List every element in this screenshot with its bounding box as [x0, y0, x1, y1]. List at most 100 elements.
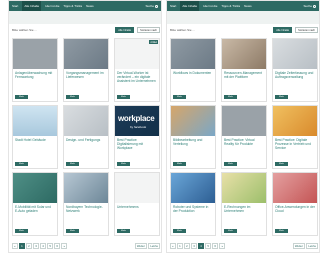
card-title[interactable]: Der Virtual-Worker ist verändert – ein d… — [115, 69, 159, 86]
content-card[interactable]: Digitale Zeiterfassung und Auftragsverwa… — [272, 38, 318, 102]
card-more-button[interactable]: Mehr — [173, 95, 186, 99]
card-more-button[interactable]: Mehr — [15, 229, 28, 233]
search-button[interactable]: Suche — [145, 4, 158, 8]
page-button[interactable]: 5 — [205, 243, 211, 249]
content-card[interactable]: workplace by facebook Best Practice: Digit… — [114, 105, 160, 169]
nav-item[interactable]: Tipps & Tricks — [221, 1, 240, 11]
card-title[interactable]: Roboter und Systeme in der Produktion — [171, 203, 215, 220]
search-button[interactable]: Suche — [303, 4, 316, 8]
card-title[interactable]: E-Mobilität mit Solar und E-Auto geladen — [13, 203, 57, 220]
card-more-button[interactable]: Mehr — [117, 229, 130, 233]
header-band — [9, 11, 161, 24]
card-more-button[interactable]: Mehr — [117, 162, 130, 166]
pager-nav-button[interactable]: Letzte — [148, 243, 160, 249]
card-more-button[interactable]: Mehr — [117, 95, 130, 99]
pager-nav-button[interactable]: Weiter — [292, 243, 305, 249]
content-card[interactable]: Workflows in Dokumenten Mehr — [170, 38, 216, 102]
nav-item[interactable]: Hier ist die — [203, 1, 217, 11]
card-title[interactable]: Best Practice: Virtual Reality für Produ… — [222, 136, 266, 153]
card-title[interactable]: Digitale Zeiterfassung und Auftragsverwa… — [273, 69, 317, 86]
content-card[interactable]: E-Mobilität mit Solar und E-Auto geladen… — [12, 172, 58, 236]
page-button[interactable]: 6 — [54, 243, 60, 249]
card-thumbnail — [171, 106, 215, 136]
pager-nav-button[interactable]: Weiter — [134, 243, 147, 249]
workplace-logo: workplace — [118, 114, 155, 123]
listing-panel-right: Start Alle Inhalte Hier ist die Tipps & Tri… — [166, 0, 320, 253]
page-button[interactable]: 6 — [212, 243, 218, 249]
filter-label: Bitte wählen Sie ... — [12, 28, 37, 32]
page-button[interactable]: 3 — [33, 243, 39, 249]
card-title[interactable]: Anlagenüberwachung mit Fernwartung — [13, 69, 57, 86]
content-card[interactable]: Office-Anwendungen in der Cloud Mehr — [272, 172, 318, 236]
card-more-button[interactable]: Mehr — [173, 162, 186, 166]
page-button[interactable]: « — [170, 243, 176, 249]
card-more-button[interactable]: Mehr — [224, 95, 237, 99]
card-thumbnail — [64, 106, 108, 136]
card-more-button[interactable]: Mehr — [275, 229, 288, 233]
page-button[interactable]: 2 — [184, 243, 190, 249]
page-button[interactable]: » — [61, 243, 67, 249]
content-card[interactable]: Design- und Fertigungs Mehr — [63, 105, 109, 169]
card-thumbnail — [273, 39, 317, 69]
content-card[interactable]: Bildbearbeitung und Verteilung Mehr — [170, 105, 216, 169]
content-card[interactable]: Best Practice: Virtual Reality für Produ… — [221, 105, 267, 169]
card-more-button[interactable]: Mehr — [66, 95, 79, 99]
card-title[interactable]: E-Rechnungen im Unternehmen — [222, 203, 266, 220]
filter-label: Bitte wählen Sie ... — [170, 28, 195, 32]
card-title[interactable]: Bildbearbeitung und Verteilung — [171, 136, 215, 153]
page-button[interactable]: 4 — [40, 243, 46, 249]
card-more-button[interactable]: Mehr — [224, 229, 237, 233]
card-title[interactable]: Design- und Fertigungs — [64, 136, 108, 153]
content-card[interactable]: Unternehmens Mehr — [114, 172, 160, 236]
page-button[interactable]: 1 — [19, 243, 25, 249]
page-button[interactable]: 5 — [47, 243, 53, 249]
page-button[interactable]: 4 — [198, 243, 204, 249]
page-button[interactable]: « — [12, 243, 18, 249]
card-more-button[interactable]: Mehr — [66, 229, 79, 233]
card-title[interactable]: Ressourcen-Management mit der Plattform — [222, 69, 266, 86]
page-button[interactable]: 1 — [177, 243, 183, 249]
card-title[interactable]: Nordbayern Technologie-Netzwerk — [64, 203, 108, 220]
nav-item[interactable]: Alle Inhalte — [180, 1, 200, 11]
card-more-button[interactable]: Mehr — [224, 162, 237, 166]
content-type-select[interactable]: Alle Inhalte — [273, 27, 293, 33]
nav-item[interactable]: Tipps & Tricks — [63, 1, 82, 11]
card-title[interactable]: Best Practice: Digitale Prozesse in Vert… — [273, 136, 317, 153]
nav-item[interactable]: News — [244, 1, 252, 11]
filter-bar: Bitte wählen Sie ... Alle Inhalte Sortiere… — [167, 25, 319, 35]
nav-item[interactable]: News — [86, 1, 94, 11]
card-title[interactable]: Unternehmens — [115, 203, 159, 220]
content-card[interactable]: Roboter und Systeme in der Produktion Meh… — [170, 172, 216, 236]
content-type-select[interactable]: Alle Inhalte — [115, 27, 135, 33]
card-more-button[interactable]: Mehr — [275, 95, 288, 99]
card-title[interactable]: Vorgangsmanagement im Lieferwesen — [64, 69, 108, 86]
card-title[interactable]: Best Practice: Digitalisierung mit Workp… — [115, 136, 159, 153]
page-button[interactable]: » — [219, 243, 225, 249]
sort-select[interactable]: Sortieren nach — [295, 27, 318, 33]
content-card[interactable]: Nordbayern Technologie-Netzwerk Mehr — [63, 172, 109, 236]
card-title[interactable]: Office-Anwendungen in der Cloud — [273, 203, 317, 220]
page-button[interactable]: 3 — [191, 243, 197, 249]
nav-item[interactable]: Start — [12, 1, 18, 11]
card-more-button[interactable]: Mehr — [66, 162, 79, 166]
sort-select[interactable]: Sortieren nach — [137, 27, 160, 33]
content-card[interactable]: Best Practice: Digitale Prozesse in Vert… — [272, 105, 318, 169]
nav-item[interactable]: Start — [170, 1, 176, 11]
content-card[interactable]: Stadt Hotel Gebäude Mehr — [12, 105, 58, 169]
card-more-button[interactable]: Mehr — [275, 162, 288, 166]
nav-item[interactable]: Alle Inhalte — [22, 1, 42, 11]
nav-item[interactable]: Hier ist die — [45, 1, 59, 11]
pager-nav-button[interactable]: Letzte — [306, 243, 318, 249]
card-title[interactable]: Workflows in Dokumenten — [171, 69, 215, 86]
card-more-button[interactable]: Mehr — [15, 162, 28, 166]
card-more-button[interactable]: Mehr — [15, 95, 28, 99]
page-button[interactable]: 2 — [26, 243, 32, 249]
card-thumbnail: workplace by facebook — [115, 106, 159, 136]
content-card[interactable]: Ressourcen-Management mit der Plattform M… — [221, 38, 267, 102]
card-more-button[interactable]: Mehr — [173, 229, 186, 233]
content-card[interactable]: Artikel Der Virtual-Worker ist verändert … — [114, 38, 160, 102]
card-title[interactable]: Stadt Hotel Gebäude — [13, 136, 57, 153]
content-card[interactable]: E-Rechnungen im Unternehmen Mehr — [221, 172, 267, 236]
content-card[interactable]: Anlagenüberwachung mit Fernwartung Mehr — [12, 38, 58, 102]
content-card[interactable]: Vorgangsmanagement im Lieferwesen Mehr — [63, 38, 109, 102]
